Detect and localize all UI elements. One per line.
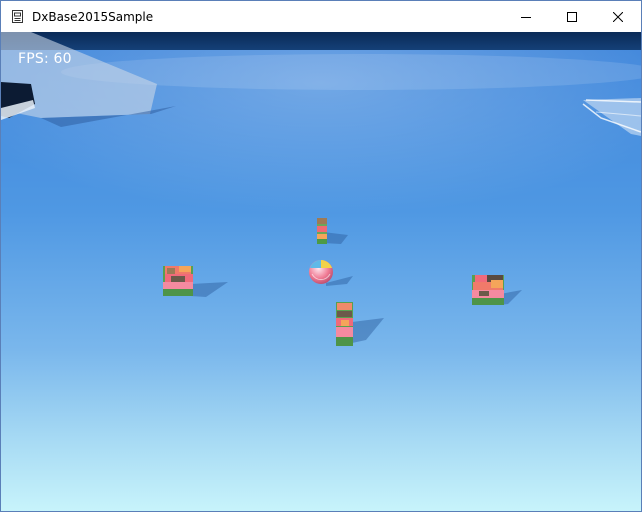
close-icon [613,11,623,22]
window-controls [503,1,641,32]
scene-canvas [1,32,641,511]
minimize-button[interactable] [503,1,549,32]
close-button[interactable] [595,1,641,32]
maximize-button[interactable] [549,1,595,32]
app-icon [9,9,25,25]
block-stack-east [472,275,504,305]
ball [309,260,333,284]
maximize-icon [567,11,577,22]
title-bar[interactable]: DxBase2015Sample [1,1,641,32]
fps-counter: FPS: 60 [18,51,72,67]
block-stack-north [317,218,327,244]
block-stack-south [336,302,353,346]
minimize-icon [521,16,531,18]
block-stack-west [163,266,193,296]
app-window: DxBase2015Sample FPS: 60 [0,0,642,512]
game-viewport[interactable]: FPS: 60 [1,32,641,511]
window-title: DxBase2015Sample [32,9,154,24]
